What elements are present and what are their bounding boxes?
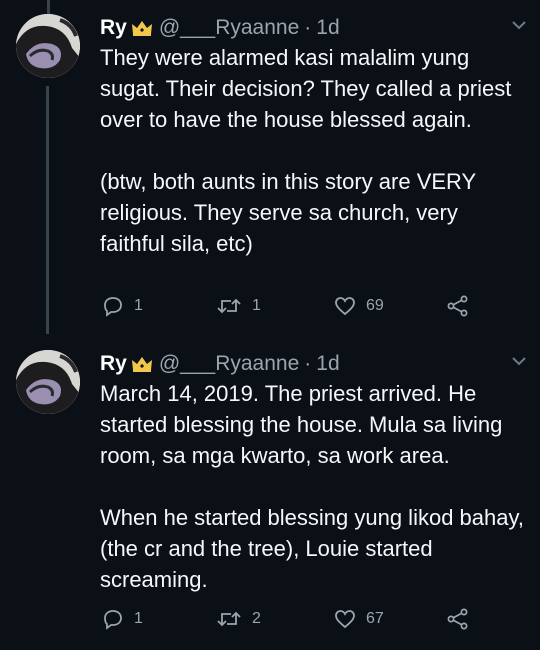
like-button[interactable]: 69 — [334, 293, 444, 319]
crown-icon — [131, 356, 153, 372]
heart-icon — [335, 297, 355, 316]
tweet[interactable]: Ry @___Ryaanne · 1d March 14, 2019. The … — [0, 340, 540, 650]
tweet[interactable]: Ry @___Ryaanne · 1d They were alarmed ka… — [0, 0, 540, 340]
avatar-column — [16, 350, 96, 650]
reply-button[interactable]: 1 — [102, 293, 222, 319]
reply-icon — [104, 297, 122, 317]
avatar-image — [16, 14, 80, 78]
reply-count: 1 — [134, 297, 143, 314]
tweet-actions: 1 1 69 — [102, 293, 484, 319]
display-name[interactable]: Ry — [100, 14, 127, 42]
handle[interactable]: @___Ryaanne — [159, 14, 299, 42]
avatar[interactable] — [16, 14, 80, 78]
like-button[interactable]: 67 — [334, 606, 444, 632]
share-icon — [447, 608, 468, 630]
heart-icon — [335, 610, 355, 629]
avatar[interactable] — [16, 350, 80, 414]
reply-count: 1 — [134, 610, 143, 627]
display-name[interactable]: Ry — [100, 350, 127, 378]
timestamp[interactable]: 1d — [316, 350, 339, 378]
tweet-header: Ry @___Ryaanne · 1d — [100, 350, 526, 378]
separator-dot: · — [304, 352, 312, 375]
retweet-icon — [217, 298, 241, 314]
share-icon — [447, 295, 468, 317]
tweet-header: Ry @___Ryaanne · 1d — [100, 14, 526, 42]
avatar-image — [16, 350, 80, 414]
chevron-down-icon[interactable] — [510, 354, 528, 368]
tweet-content: Ry @___Ryaanne · 1d March 14, 2019. The … — [96, 350, 526, 650]
like-count: 67 — [366, 610, 384, 627]
tweet-actions: 1 2 67 — [102, 606, 484, 632]
tweet-text: March 14, 2019. The priest arrived. He s… — [100, 381, 524, 592]
retweet-button[interactable]: 2 — [216, 606, 326, 632]
separator-dot: · — [304, 16, 312, 39]
chevron-down-icon[interactable] — [510, 18, 528, 32]
reply-icon — [104, 610, 122, 630]
timestamp[interactable]: 1d — [316, 14, 339, 42]
retweet-count: 1 — [252, 297, 261, 314]
share-button[interactable] — [446, 293, 480, 319]
share-button[interactable] — [446, 606, 480, 632]
thread-connector — [46, 86, 49, 334]
tweet-content: Ry @___Ryaanne · 1d They were alarmed ka… — [96, 14, 526, 340]
like-count: 69 — [366, 297, 384, 314]
handle[interactable]: @___Ryaanne — [159, 350, 299, 378]
avatar-column — [16, 14, 96, 340]
retweet-icon — [217, 611, 241, 627]
tweet-text: They were alarmed kasi malalim yung suga… — [100, 45, 512, 256]
retweet-count: 2 — [252, 610, 261, 627]
retweet-button[interactable]: 1 — [216, 293, 326, 319]
crown-icon — [131, 20, 153, 36]
reply-button[interactable]: 1 — [102, 606, 222, 632]
